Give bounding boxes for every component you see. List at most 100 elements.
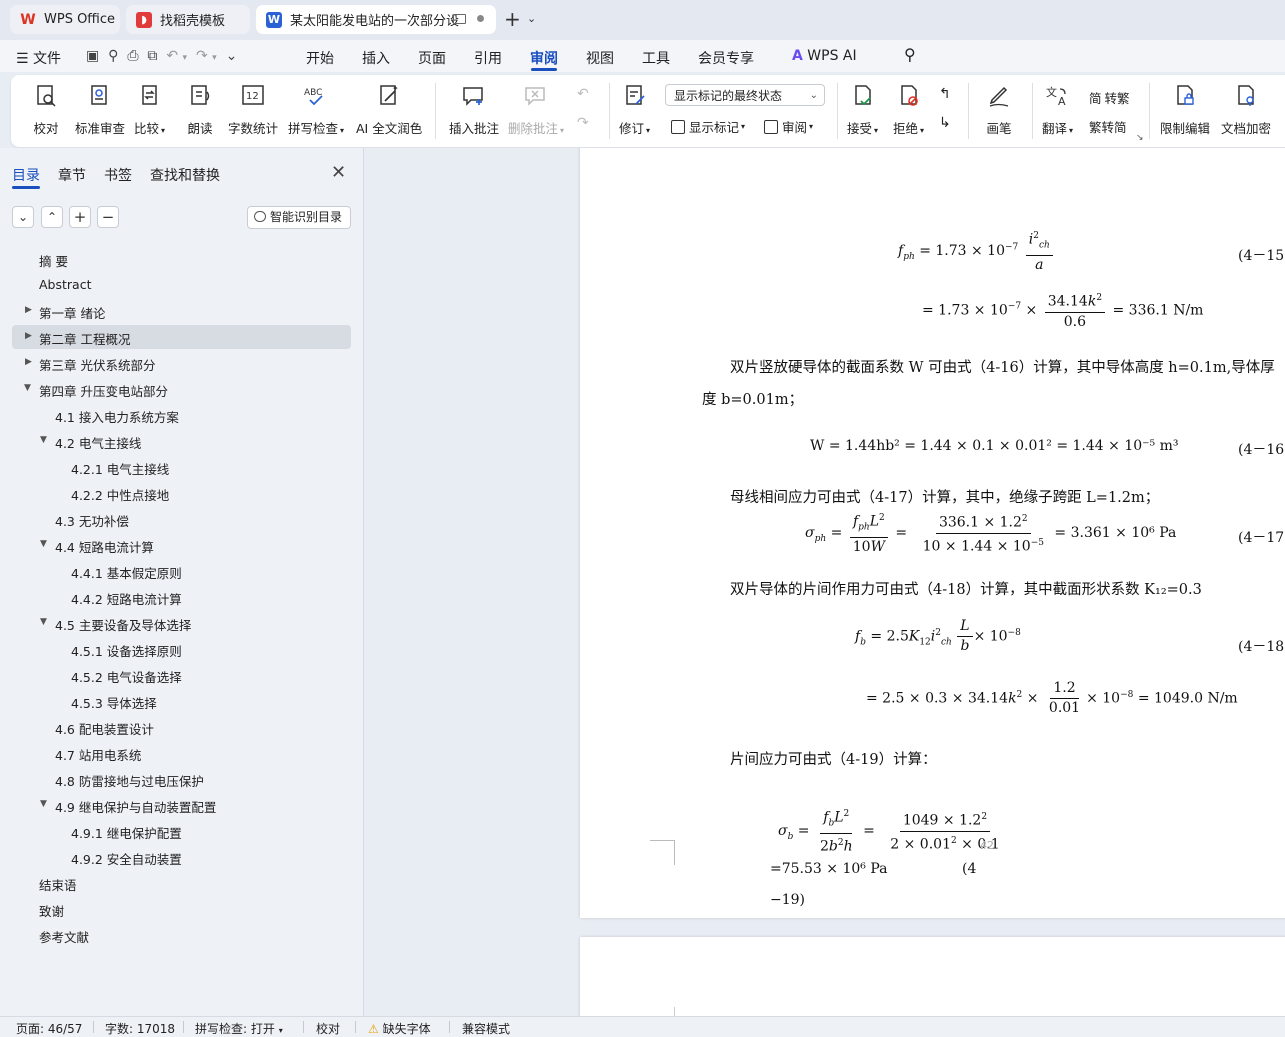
spell-check-button[interactable]: ABC 拼写检查 ▾	[288, 83, 344, 137]
collapse-arrow-icon[interactable]: ▼	[40, 539, 47, 549]
read-aloud-button[interactable]: 朗读	[187, 83, 213, 137]
collapse-arrow-icon[interactable]: ▼	[40, 617, 47, 627]
file-menu[interactable]: ☰ 文件	[16, 48, 61, 68]
print-icon[interactable]: ⎙	[127, 48, 138, 64]
toc-item[interactable]: ▼ 4.2 电气主接线	[40, 433, 141, 452]
spell-check-status[interactable]: 拼写检查: 打开 ▾	[195, 1020, 283, 1037]
print-preview-icon[interactable]: ⧉	[147, 48, 157, 64]
toc-item[interactable]: 4.1 接入电力系统方案	[55, 407, 179, 426]
toc-item[interactable]: 4.6 配电装置设计	[55, 719, 154, 738]
missing-font-status[interactable]: ⚠ 缺失字体	[368, 1020, 431, 1037]
to-traditional-button[interactable]: 简转繁	[1089, 88, 1130, 107]
page-indicator[interactable]: 页面: 46/57	[16, 1020, 82, 1037]
monitor-icon[interactable]	[453, 14, 466, 24]
toc-item[interactable]: 4.9.1 继电保护配置	[71, 823, 182, 842]
collapse-all-button[interactable]: ⌄	[12, 206, 34, 228]
show-markup-button[interactable]: 显示标记 ▾	[671, 117, 745, 136]
doc-encrypt-button[interactable]: 文档加密	[1221, 83, 1271, 137]
toc-item[interactable]: ▼ 4.4 短路电流计算	[40, 537, 154, 556]
ai-polish-button[interactable]: ✦ AI 全文润色	[356, 83, 422, 137]
prev-comment-icon[interactable]: ↶	[577, 86, 589, 102]
track-changes-button[interactable]: 修订 ▾	[619, 83, 650, 137]
redo-chevron-icon[interactable]: ▾	[212, 53, 217, 63]
close-icon[interactable]: ✕	[331, 162, 346, 183]
expand-launcher-icon[interactable]: ↘	[1136, 133, 1144, 143]
remove-heading-button[interactable]: −	[97, 206, 119, 228]
panel-tab-find-replace[interactable]: 查找和替换	[150, 165, 220, 185]
share-icon[interactable]: ⚲	[108, 48, 118, 64]
toc-item[interactable]: 结束语	[39, 875, 77, 894]
toc-item[interactable]: 4.9.2 安全自动装置	[71, 849, 182, 868]
word-count-status[interactable]: 字数: 17018	[105, 1020, 175, 1037]
toc-item[interactable]: ▼ 4.5 主要设备及导体选择	[40, 615, 191, 634]
menu-tools[interactable]: 工具	[642, 48, 670, 68]
collapse-arrow-icon[interactable]: ▼	[40, 435, 47, 445]
word-count-button[interactable]: 12 字数统计	[228, 83, 278, 137]
toc-item[interactable]: 4.2.2 中性点接地	[71, 485, 169, 504]
toc-item[interactable]: 4.5.1 设备选择原则	[71, 641, 182, 660]
new-tab-button[interactable]: +	[504, 9, 521, 29]
tab-document[interactable]: W 某太阳能发电站的一次部分设	[256, 5, 496, 34]
toc-item[interactable]: 4.8 防雷接地与过电压保护	[55, 771, 204, 790]
toc-item[interactable]: 4.4.1 基本假定原则	[71, 563, 182, 582]
expand-arrow-icon[interactable]: ▶	[25, 357, 32, 367]
insert-comment-button[interactable]: 插入批注	[449, 83, 499, 137]
next-change-icon[interactable]: ↳	[939, 115, 951, 131]
toc-item[interactable]: 4.5.2 电气设备选择	[71, 667, 182, 686]
markup-state-select[interactable]: 显示标记的最终状态 ⌄	[665, 84, 825, 106]
add-heading-button[interactable]: +	[69, 206, 91, 228]
toc-item[interactable]: 摘 要	[39, 251, 68, 270]
menu-page[interactable]: 页面	[418, 48, 446, 68]
tab-template[interactable]: ◗ 找稻壳模板	[126, 5, 250, 34]
menu-reference[interactable]: 引用	[474, 48, 502, 68]
more-chevron-icon[interactable]: ⌄	[226, 48, 238, 64]
menu-view[interactable]: 视图	[586, 48, 614, 68]
toc-item[interactable]: ▶ 第三章 光伏系统部分	[25, 355, 155, 374]
review-pane-button[interactable]: 审阅 ▾	[764, 117, 813, 136]
document-page[interactable]: fph = 1.73 × 10−7 i2ch a (4－15 = 1.73 × 1…	[580, 148, 1285, 918]
toc-item[interactable]: 4.4.2 短路电流计算	[71, 589, 182, 608]
tab-wps-office[interactable]: W WPS Office	[10, 5, 120, 34]
reject-button[interactable]: 拒绝 ▾	[893, 83, 924, 137]
expand-up-button[interactable]: ⌃	[41, 206, 63, 228]
redo-icon[interactable]: ↷	[196, 48, 208, 64]
restrict-edit-button[interactable]: 限制编辑	[1160, 83, 1210, 137]
proofread-button[interactable]: 校对	[33, 83, 59, 137]
toc-item[interactable]: ▼ 4.9 继电保护与自动装置配置	[40, 797, 216, 816]
toc-item[interactable]: 参考文献	[39, 927, 89, 946]
search-icon[interactable]: ⚲	[904, 45, 916, 64]
menu-insert[interactable]: 插入	[362, 48, 390, 68]
menu-wps-ai[interactable]: A WPS AI	[792, 48, 857, 64]
translate-button[interactable]: 文A 翻译 ▾	[1042, 83, 1073, 137]
collapse-arrow-icon[interactable]: ▼	[24, 383, 31, 393]
toc-item-selected[interactable]: ▶ 第二章 工程概况	[25, 329, 130, 348]
delete-comment-button[interactable]: 删除批注 ▾	[508, 83, 564, 137]
expand-arrow-icon[interactable]: ▶	[25, 305, 32, 315]
prev-change-icon[interactable]: ↰	[939, 86, 951, 102]
collapse-arrow-icon[interactable]: ▼	[40, 799, 47, 809]
pen-button[interactable]: 画笔	[986, 83, 1012, 137]
save-icon[interactable]: ▣	[86, 48, 99, 64]
undo-icon[interactable]: ↶	[166, 48, 178, 64]
compat-mode-status[interactable]: 兼容模式	[462, 1020, 510, 1037]
toc-item[interactable]: 4.5.3 导体选择	[71, 693, 157, 712]
compare-button[interactable]: 比较 ▾	[134, 83, 165, 137]
panel-tab-sections[interactable]: 章节	[58, 165, 86, 185]
document-page-next[interactable]	[580, 937, 1285, 1016]
standard-review-button[interactable]: 标准审查	[75, 83, 125, 137]
toc-item[interactable]: 致谢	[39, 901, 64, 920]
toc-item[interactable]: ▼ 第四章 升压变电站部分	[24, 381, 168, 400]
toc-item[interactable]: 4.3 无功补偿	[55, 511, 129, 530]
toc-item[interactable]: Abstract	[39, 277, 91, 292]
unsaved-dot-icon[interactable]	[477, 15, 484, 22]
panel-tab-toc[interactable]: 目录	[12, 165, 40, 185]
menu-home[interactable]: 开始	[306, 48, 334, 68]
proofread-status[interactable]: 校对	[316, 1020, 340, 1037]
to-simplified-button[interactable]: 繁转简	[1089, 117, 1127, 136]
toc-item[interactable]: ▶ 第一章 绪论	[25, 303, 105, 322]
menu-member[interactable]: 会员专享	[698, 48, 754, 68]
panel-tab-bookmarks[interactable]: 书签	[104, 165, 132, 185]
smart-toc-button[interactable]: 智能识别目录	[247, 206, 351, 229]
menu-review[interactable]: 审阅	[530, 48, 558, 68]
undo-chevron-icon[interactable]: ▾	[183, 53, 188, 63]
